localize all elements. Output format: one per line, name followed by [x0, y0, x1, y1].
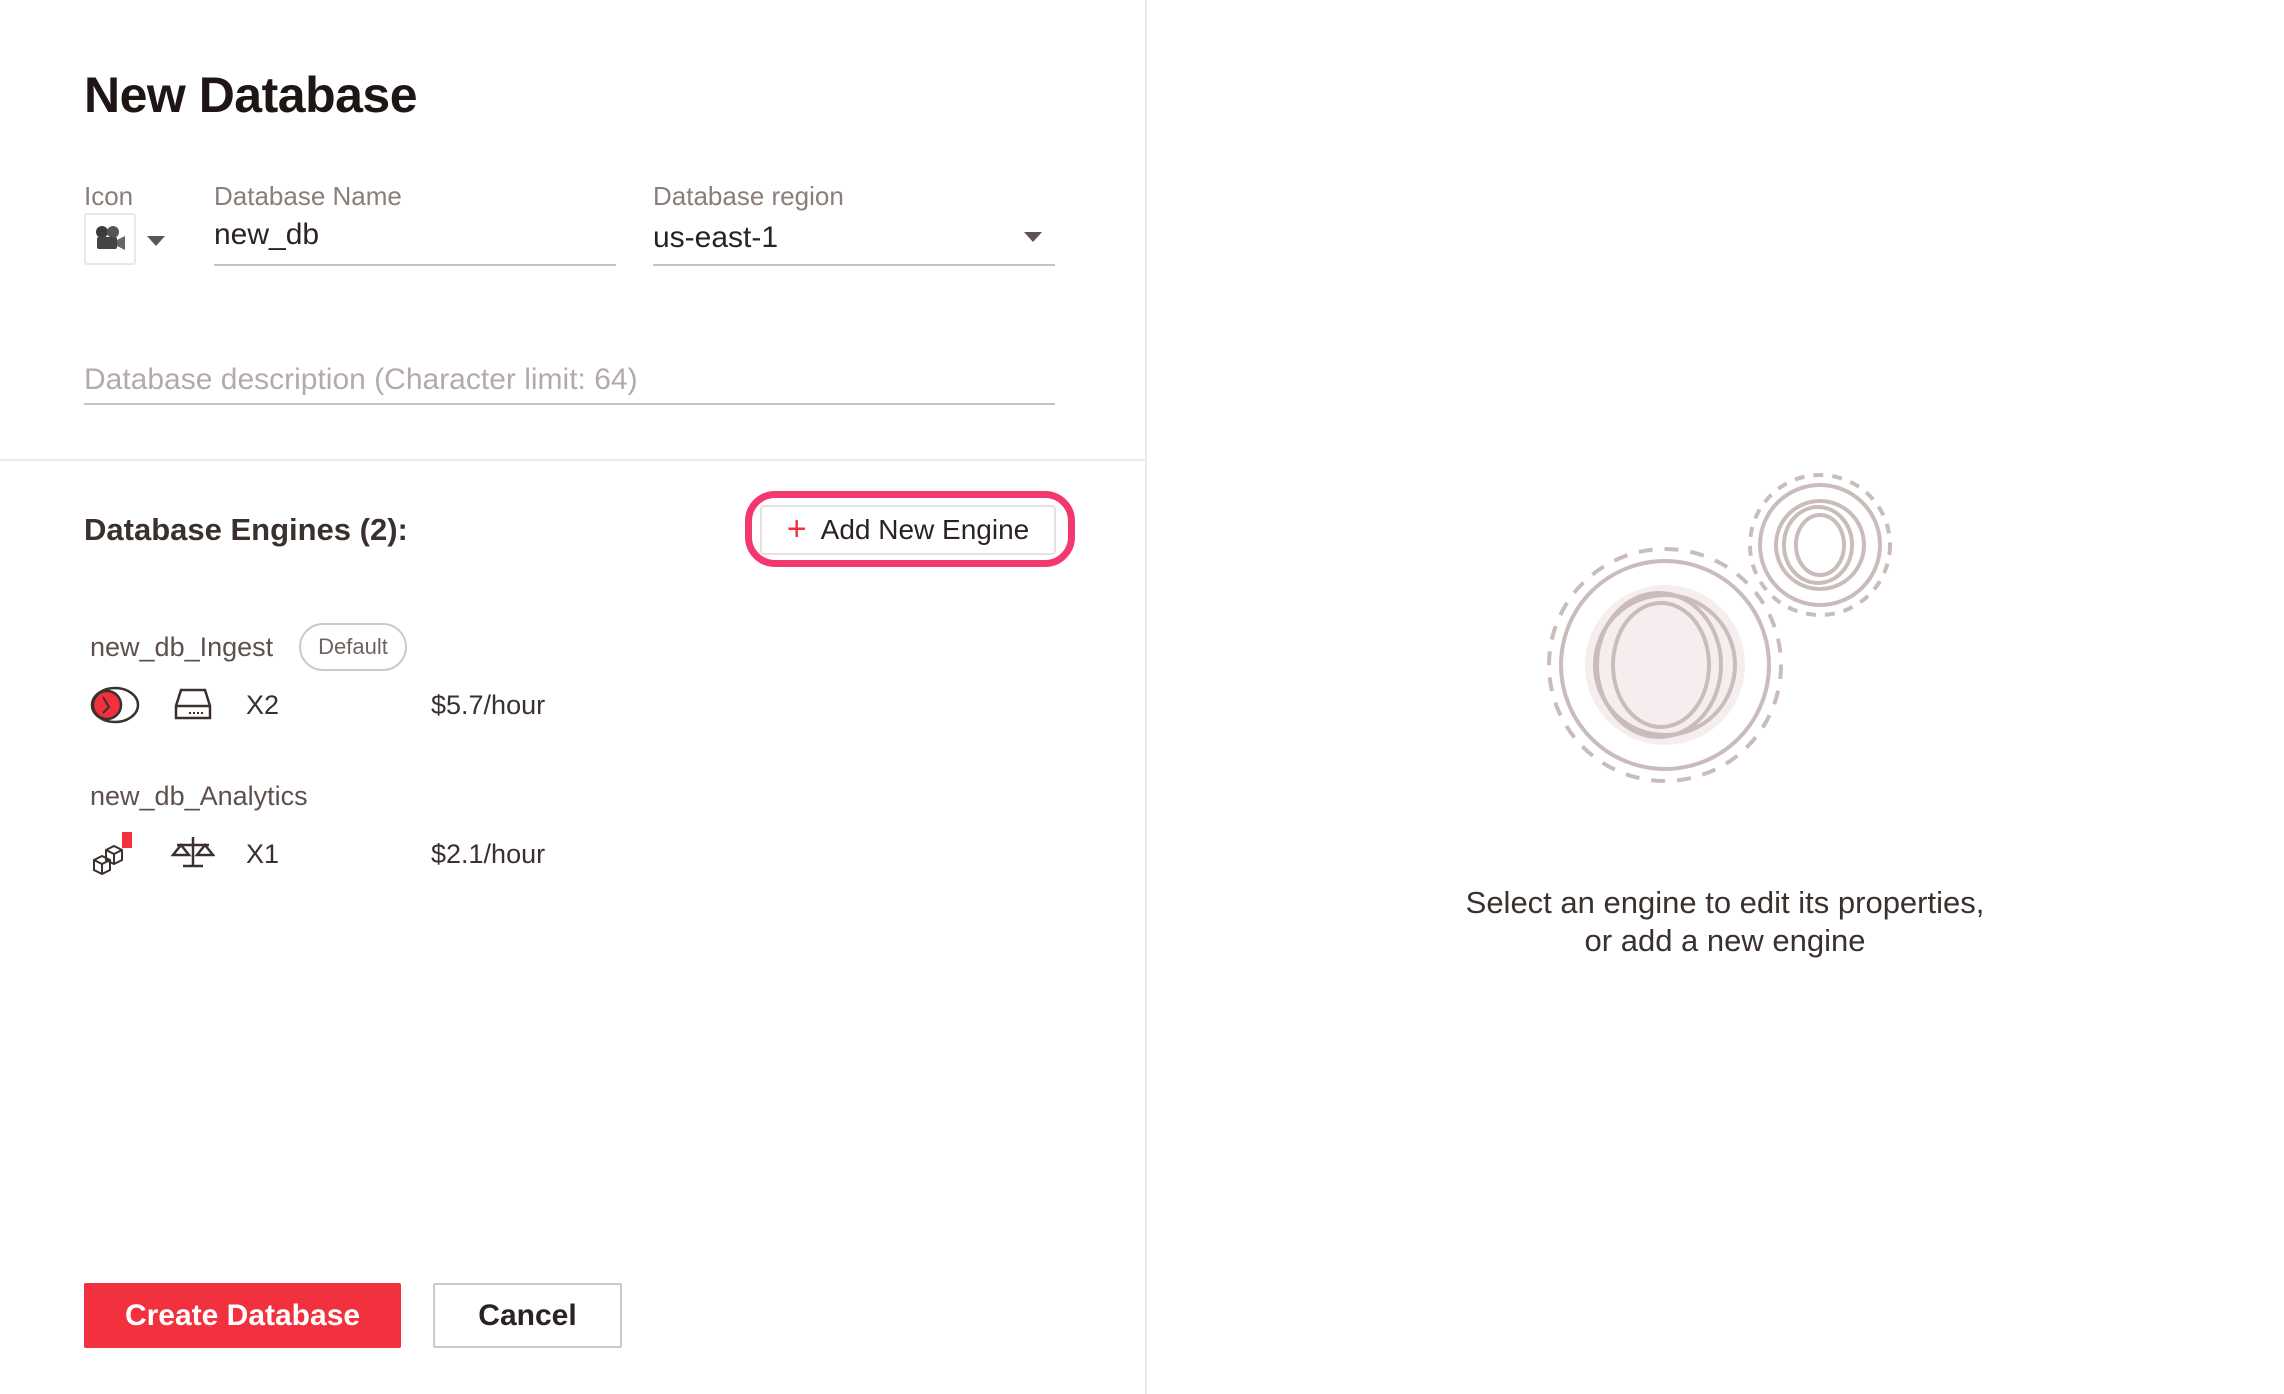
balance-scale-icon — [171, 837, 215, 868]
icon-picker[interactable] — [84, 213, 136, 265]
database-name-input[interactable]: new_db — [214, 218, 616, 266]
region-chevron-down-icon[interactable] — [1024, 232, 1042, 242]
icon-label: Icon — [84, 181, 134, 211]
engine-count: X2 — [246, 690, 280, 720]
ingest-engine-icon — [90, 686, 140, 724]
cancel-button[interactable]: Cancel — [433, 1283, 622, 1348]
engine-name: new_db_Ingest — [90, 632, 274, 662]
engine-price: $2.1/hour — [431, 839, 546, 869]
database-description-input[interactable]: Database description (Character limit: 6… — [84, 363, 1055, 405]
empty-state-message: Select an engine to edit its properties,… — [1350, 884, 2100, 960]
add-new-engine-button[interactable]: + Add New Engine — [760, 505, 1056, 555]
database-region-select[interactable]: us-east-1 — [653, 221, 1055, 266]
database-region-value: us-east-1 — [653, 221, 779, 254]
analytics-cubes-icon — [93, 832, 132, 876]
add-new-engine-label: Add New Engine — [820, 514, 1030, 545]
plus-icon: + — [786, 509, 807, 548]
empty-state-line2: or add a new engine — [1584, 923, 1866, 958]
page-title: New Database — [84, 67, 418, 123]
engine-count: X1 — [246, 839, 280, 869]
engine-name: new_db_Analytics — [90, 781, 308, 811]
engines-heading: Database Engines (2): — [84, 512, 408, 547]
section-divider — [0, 459, 1145, 461]
default-badge: Default — [299, 623, 407, 671]
create-database-button[interactable]: Create Database — [84, 1283, 401, 1348]
empty-state-line1: Select an engine to edit its properties, — [1465, 885, 1985, 920]
database-name-label: Database Name — [214, 181, 402, 211]
database-region-label: Database region — [653, 181, 844, 211]
database-form-panel: New Database Icon Database Name new_db D… — [0, 0, 1145, 1394]
gears-icon — [1547, 473, 1892, 783]
storage-drive-icon — [174, 688, 212, 720]
engine-price: $5.7/hour — [431, 690, 546, 720]
icon-dropdown-chevron-icon[interactable] — [147, 236, 165, 246]
movie-camera-icon — [96, 226, 125, 250]
